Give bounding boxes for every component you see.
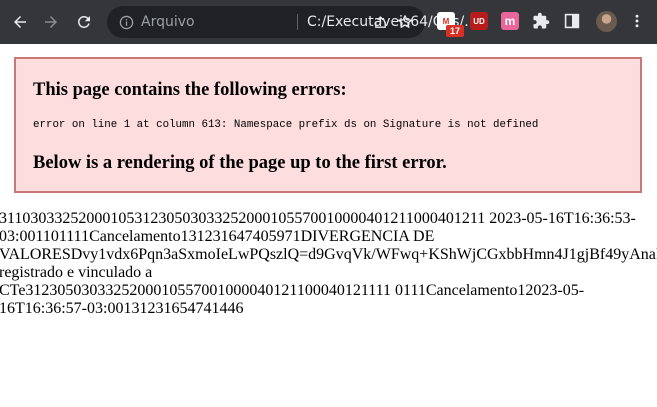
info-icon[interactable] <box>118 14 134 30</box>
extensions-puzzle-button[interactable] <box>531 11 551 31</box>
error-message: error on line 1 at column 613: Namespace… <box>33 119 539 131</box>
parser-error-box: This page contains the following errors:… <box>14 57 642 193</box>
reload-icon <box>77 15 90 28</box>
puzzle-icon <box>533 12 550 29</box>
error-subheading: Below is a rendering of the page up to t… <box>33 153 447 173</box>
rendered-line: 3110303325200010531230503033252000105570… <box>0 210 636 227</box>
rendered-line: registrado e vinculado a <box>0 264 153 281</box>
browser-menu-button[interactable] <box>627 11 647 31</box>
reload-button[interactable] <box>70 8 98 36</box>
ublock-icon: UD <box>473 16 485 26</box>
arrow-left-icon <box>14 16 26 28</box>
mendeley-extension-button[interactable]: m <box>501 12 519 30</box>
notification-badge: 17 <box>446 25 464 37</box>
mendeley-icon: m <box>504 14 516 28</box>
back-button[interactable] <box>6 8 34 36</box>
share-icon[interactable] <box>372 14 388 30</box>
rendered-content: 3110303325200010531230503033252000105570… <box>0 210 657 318</box>
omnibox-divider <box>297 14 298 30</box>
side-panel-icon <box>564 13 580 29</box>
rendered-line: 03:001101111Cancelamento131231647405971D… <box>0 228 435 245</box>
kebab-menu-icon <box>635 14 639 28</box>
profile-avatar[interactable] <box>596 11 617 32</box>
error-heading: This page contains the following errors: <box>33 80 347 100</box>
forward-button[interactable] <box>37 8 65 36</box>
address-bar[interactable]: Arquivo C:/Executaveis64/Ges/... <box>107 6 478 38</box>
side-panel-button[interactable] <box>562 11 582 31</box>
ublock-extension-button[interactable]: UD <box>470 12 488 30</box>
bookmark-star-icon[interactable] <box>397 14 413 30</box>
arrow-right-icon <box>45 16 57 28</box>
browser-toolbar: Arquivo C:/Executaveis64/Ges/... M 17 UD… <box>0 0 657 44</box>
rendered-line: VALORESDvy1vdx6Pqn3aSxmoIeLwPQszlQ=d9Gvq… <box>0 246 657 263</box>
security-chip-label: Arquivo <box>141 14 195 30</box>
rendered-line: CTe3123050303325200010557001000040121100… <box>0 282 585 299</box>
rendered-line: 16T16:36:57-03:00131231654741446 <box>0 300 244 317</box>
